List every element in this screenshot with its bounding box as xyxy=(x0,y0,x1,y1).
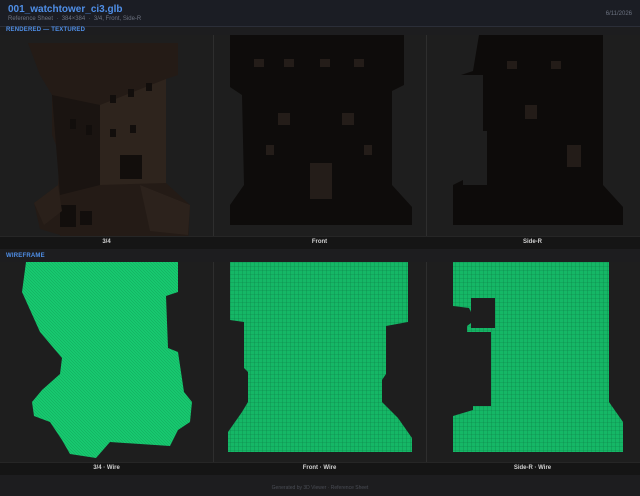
caption-side-wire: Side-R · Wire xyxy=(513,465,552,471)
footer: Generated by 3D Viewer · Reference Sheet xyxy=(0,476,640,492)
caption-front-wire: Front · Wire xyxy=(302,465,337,471)
date-label: 6/11/2026 xyxy=(605,11,632,17)
divider xyxy=(426,35,427,236)
wire-view-front[interactable] xyxy=(214,262,426,462)
render-view-front[interactable] xyxy=(214,35,426,236)
caption-3q-wire: 3/4 · Wire xyxy=(93,465,120,471)
file-subtitle: Reference Sheet · 384×384 · 3/4, Front, … xyxy=(8,16,142,22)
wire-view-side[interactable] xyxy=(427,262,640,462)
wireframe-row xyxy=(0,262,640,462)
section-rendered-label: RENDERED — TEXTURED xyxy=(6,27,86,33)
footer-text: Generated by 3D Viewer · Reference Sheet xyxy=(271,485,369,491)
caption-front: Front xyxy=(311,239,328,245)
header-bar: 001_watchtower_ci3.glb Reference Sheet ·… xyxy=(0,0,640,27)
wire-3q-model xyxy=(22,262,192,458)
rendered-caption-bar: 3/4 Front Side-R xyxy=(0,236,640,249)
divider xyxy=(213,35,214,236)
file-title: 001_watchtower_ci3.glb xyxy=(8,4,123,15)
render-side-model xyxy=(449,35,623,225)
render-view-side[interactable] xyxy=(427,35,640,236)
divider xyxy=(213,262,214,462)
wire-side-model xyxy=(453,262,623,452)
rendered-row xyxy=(0,35,640,236)
render-front-model xyxy=(230,35,412,236)
wire-view-3q[interactable] xyxy=(0,262,213,462)
caption-3q: 3/4 xyxy=(102,239,111,245)
section-wireframe-label: WIREFRAME xyxy=(6,253,45,259)
wire-front-model xyxy=(228,262,412,452)
render-view-3q[interactable] xyxy=(0,35,213,236)
render-3q-model xyxy=(28,43,190,236)
caption-side: Side-R xyxy=(522,239,542,245)
wire-caption-bar: 3/4 · Wire Front · Wire Side-R · Wire xyxy=(0,462,640,475)
divider xyxy=(426,262,427,462)
